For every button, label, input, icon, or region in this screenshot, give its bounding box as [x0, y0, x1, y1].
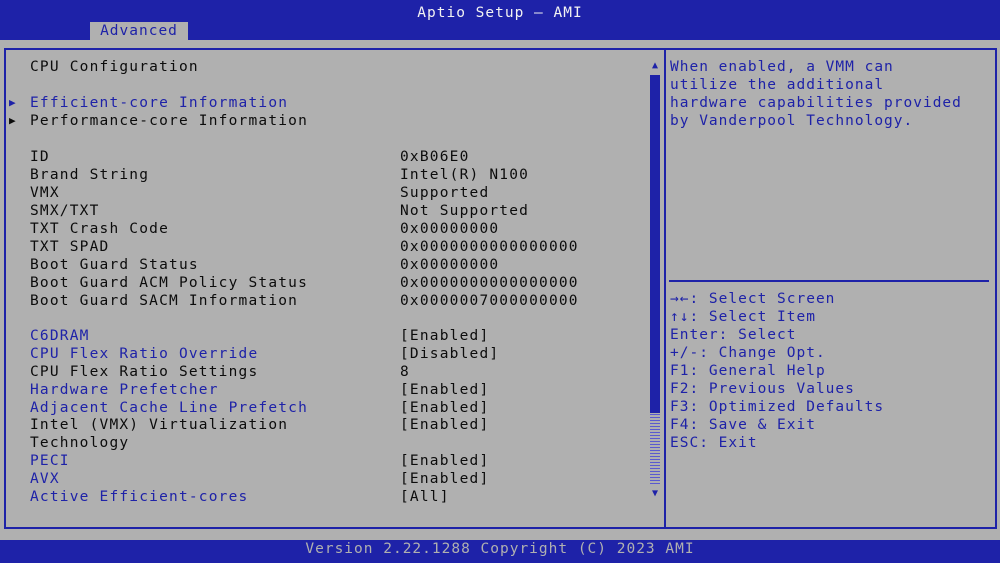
setting-peci[interactable]: PECI: [30, 452, 70, 470]
setting-value-cpu-flex-ratio-override[interactable]: [Disabled]: [400, 345, 499, 363]
info-value-txt-crash-code: 0x00000000: [400, 221, 500, 237]
help-text-line: When enabled, a VMM can: [670, 59, 894, 75]
info-value-boot-guard-sacm-information: 0x0000007000000000: [400, 293, 579, 309]
key-hint-change-opt: +/-: Change Opt.: [670, 345, 826, 361]
setting-value-adjacent-cache-line-prefetch[interactable]: [Enabled]: [400, 399, 489, 417]
setting-value-c6dram[interactable]: [Enabled]: [400, 327, 489, 345]
help-text-line: utilize the additional: [670, 77, 885, 93]
tab-advanced[interactable]: Advanced: [90, 22, 188, 40]
info-label-smx-txt: SMX/TXT: [30, 203, 100, 219]
info-label-boot-guard-sacm-information: Boot Guard SACM Information: [30, 293, 299, 309]
info-value-smx-txt: Not Supported: [400, 203, 530, 219]
key-hint-enter: Enter: Select: [670, 327, 797, 343]
setting-cpu-flex-ratio-settings: CPU Flex Ratio Settings: [30, 364, 259, 380]
scroll-up-icon[interactable]: ▲: [648, 60, 662, 72]
section-title: CPU Configuration: [30, 59, 199, 75]
help-text-line: hardware capabilities provided: [670, 95, 962, 111]
info-value-boot-guard-status: 0x00000000: [400, 257, 500, 273]
scroll-down-icon[interactable]: ▼: [648, 488, 662, 500]
setting-value-avx[interactable]: [Enabled]: [400, 470, 489, 488]
info-label-vmx: VMX: [30, 185, 60, 201]
info-value-id: 0xB06E0: [400, 149, 470, 165]
info-value-txt-spad: 0x0000000000000000: [400, 239, 579, 255]
setting-value-peci[interactable]: [Enabled]: [400, 452, 489, 470]
scrollbar-thumb[interactable]: [650, 75, 660, 413]
info-value-vmx: Supported: [400, 185, 490, 201]
info-label-boot-guard-acm-policy-status: Boot Guard ACM Policy Status: [30, 275, 309, 291]
key-hint-previous-values: F2: Previous Values: [670, 381, 855, 397]
info-label-id: ID: [30, 149, 50, 165]
setting-value-active-efficient-cores[interactable]: [All]: [400, 488, 450, 506]
key-hint-save-exit: F4: Save & Exit: [670, 417, 816, 433]
info-label-brand-string: Brand String: [30, 167, 150, 183]
setting-value-intel-vmx-virtualization[interactable]: [Enabled]: [400, 416, 489, 434]
setting-active-efficient-cores[interactable]: Active Efficient-cores: [30, 488, 248, 506]
setting-cpu-flex-ratio-override[interactable]: CPU Flex Ratio Override: [30, 345, 258, 363]
key-hint-general-help: F1: General Help: [670, 363, 826, 379]
info-value-brand-string: Intel(R) N100: [400, 167, 530, 183]
setting-adjacent-cache-line-prefetch[interactable]: Adjacent Cache Line Prefetch: [30, 399, 308, 417]
info-label-txt-crash-code: TXT Crash Code: [30, 221, 170, 237]
help-text-line: by Vanderpool Technology.: [670, 113, 914, 129]
key-hint-select-screen: →←: Select Screen: [670, 291, 836, 307]
setting-value-cpu-flex-ratio-settings: 8: [400, 364, 410, 380]
submenu-efficient-core-information[interactable]: Efficient-core Information: [30, 94, 288, 112]
submenu-arrow-icon: ▶: [9, 114, 16, 127]
key-hint-optimized-defaults: F3: Optimized Defaults: [670, 399, 885, 415]
setting-hardware-prefetcher[interactable]: Hardware Prefetcher: [30, 381, 219, 399]
key-hint-select-item: ↑↓: Select Item: [670, 309, 816, 325]
info-label-boot-guard-status: Boot Guard Status: [30, 257, 199, 273]
info-label-txt-spad: TXT SPAD: [30, 239, 110, 255]
setting-value-hardware-prefetcher[interactable]: [Enabled]: [400, 381, 489, 399]
help-divider: [669, 280, 989, 282]
submenu-performance-core-information[interactable]: Performance-core Information: [30, 112, 308, 130]
app-title: Aptio Setup – AMI: [417, 5, 583, 21]
footer-version: Version 2.22.1288 Copyright (C) 2023 AMI: [305, 541, 695, 557]
setting-c6dram[interactable]: C6DRAM: [30, 327, 90, 345]
setting-intel-vmx-virtualization[interactable]: Intel (VMX) Virtualization: [30, 416, 288, 434]
info-value-boot-guard-acm-policy-status: 0x0000000000000000: [400, 275, 579, 291]
setting-intel-vmx-virtualization-line2[interactable]: Technology: [30, 434, 129, 452]
submenu-arrow-icon: ▶: [9, 96, 16, 109]
key-hint-exit: ESC: Exit: [670, 435, 758, 451]
setting-avx[interactable]: AVX: [30, 470, 60, 488]
